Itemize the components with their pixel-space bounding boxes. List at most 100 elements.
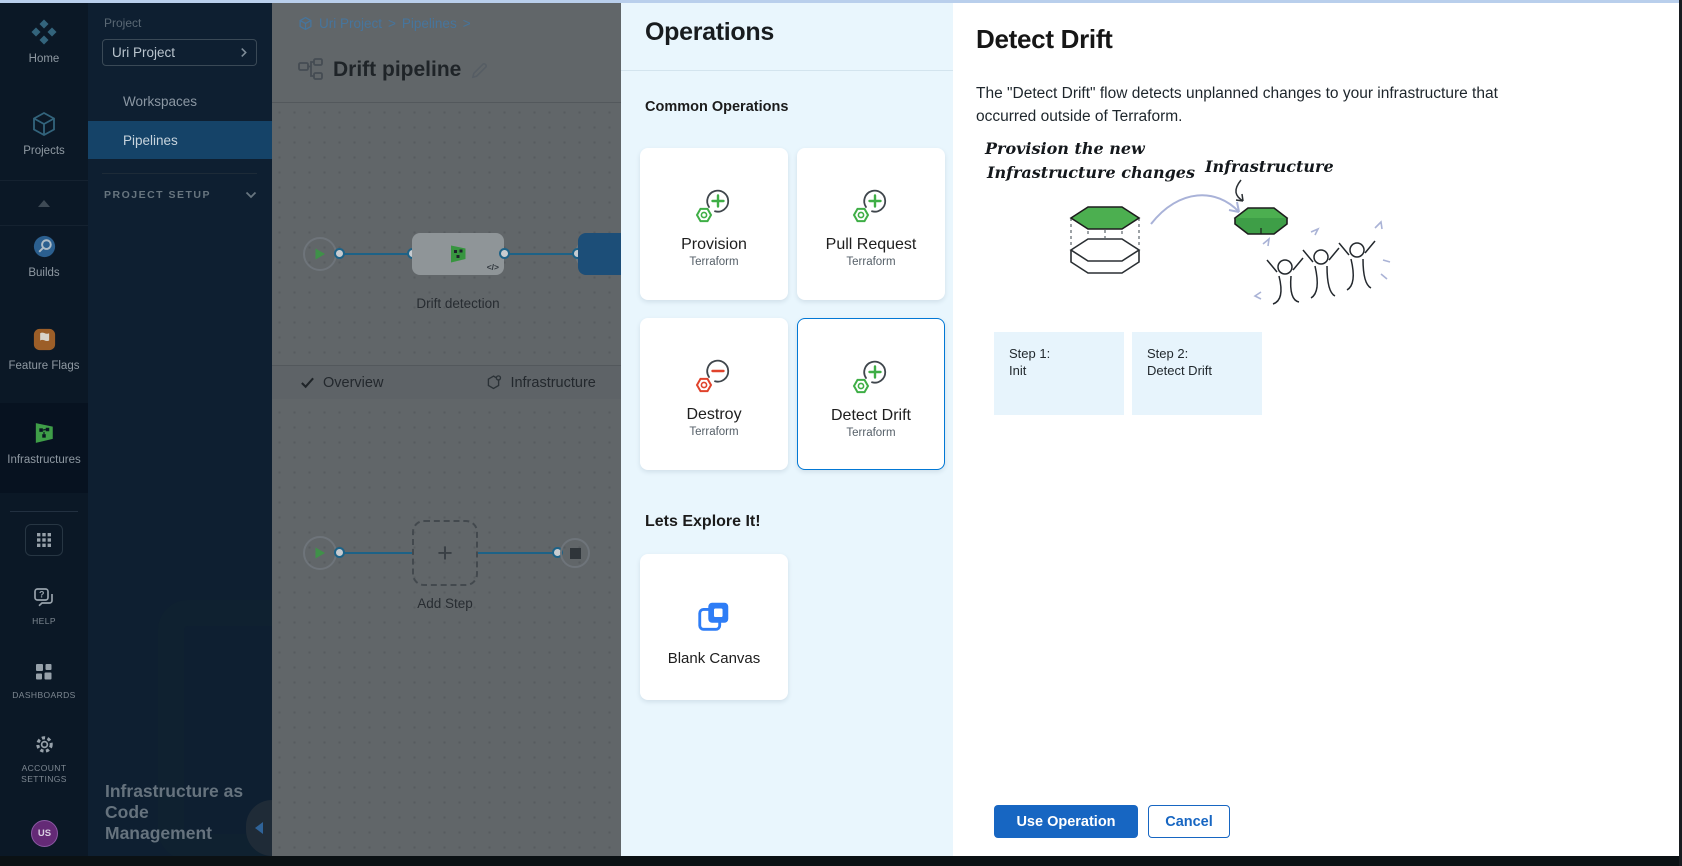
code-badge: </> — [487, 262, 499, 272]
cancel-button[interactable]: Cancel — [1148, 805, 1230, 838]
pipeline-start-node-2[interactable] — [303, 536, 337, 570]
window-top-edge — [0, 0, 1682, 3]
infrastructures-icon — [30, 419, 58, 447]
chevron-down-icon — [245, 191, 257, 199]
pull-request-terraform-icon — [849, 186, 893, 228]
detect-drift-illustration: Provision the new Infrastructure changes… — [973, 132, 1393, 322]
tab-overview[interactable]: Overview — [300, 375, 383, 391]
detail-title: Detect Drift — [976, 24, 1113, 55]
nav-label: DASHBOARDS — [12, 690, 76, 701]
projects-cube-icon — [30, 110, 58, 138]
project-setup-toggle[interactable]: PROJECT SETUP — [104, 189, 257, 201]
pipeline-icon — [298, 58, 324, 82]
nav-label: Builds — [28, 267, 59, 279]
stop-square-icon — [570, 548, 581, 559]
operation-subtitle: Terraform — [689, 426, 738, 438]
svg-text:Infrastructure: Infrastructure — [1204, 157, 1334, 176]
project-selector[interactable]: Uri Project — [102, 39, 257, 66]
check-icon — [300, 375, 315, 390]
nav-item-builds[interactable]: Builds — [0, 233, 88, 279]
operation-subtitle: Terraform — [689, 256, 738, 268]
stage-node-drift-detection[interactable]: </> — [412, 233, 504, 275]
nav-item-help[interactable]: ? HELP — [0, 585, 88, 627]
port-dot — [334, 248, 345, 259]
operation-detail-panel: Detect Drift The "Detect Drift" flow det… — [953, 0, 1679, 856]
project-sidebar: Project Uri Project Workspaces Pipelines… — [88, 0, 272, 856]
svg-text:?: ? — [39, 589, 45, 599]
nav-label: Feature Flags — [9, 360, 80, 372]
pipeline-canvas: Uri Project > Pipelines > Drift pipeline — [272, 0, 621, 856]
sidebar-item-workspaces[interactable]: Workspaces — [88, 84, 272, 118]
detail-description: The "Detect Drift" flow detects unplanne… — [976, 82, 1556, 128]
step-title: Step 2: — [1147, 345, 1262, 362]
sidebar-item-pipelines[interactable]: Pipelines — [88, 121, 272, 159]
nav-label: Home — [29, 53, 60, 65]
play-icon — [314, 247, 326, 261]
pipeline-title: Drift pipeline — [333, 58, 461, 82]
operation-name: Provision — [681, 236, 747, 254]
pipeline-end-node — [560, 538, 590, 568]
canvas-header: Uri Project > Pipelines > Drift pipeline — [272, 0, 621, 103]
operations-drawer: Operations Common Operations Provision T… — [621, 0, 953, 856]
project-section-label: Project — [104, 16, 141, 30]
gear-icon — [33, 733, 56, 756]
nav-collapse-section[interactable] — [0, 180, 88, 226]
operation-card-destroy[interactable]: Destroy Terraform — [640, 318, 788, 470]
operation-name: Pull Request — [826, 236, 917, 254]
chevron-left-icon — [255, 822, 263, 834]
nav-item-home[interactable]: Home — [0, 18, 88, 65]
drawer-divider — [621, 70, 953, 71]
nav-item-feature-flags[interactable]: Feature Flags — [0, 326, 88, 372]
common-operations-heading: Common Operations — [645, 99, 788, 115]
triangle-up-icon — [38, 200, 50, 207]
breadcrumb-separator: > — [463, 16, 471, 31]
builds-icon — [31, 233, 58, 260]
operation-subtitle: Terraform — [846, 427, 895, 439]
nav-label: HELP — [32, 616, 56, 627]
pipeline-start-node[interactable] — [303, 237, 337, 271]
nav-divider — [10, 511, 78, 512]
project-selector-value: Uri Project — [112, 45, 175, 60]
operation-name: Detect Drift — [831, 407, 911, 425]
operation-card-pull-request[interactable]: Pull Request Terraform — [797, 148, 945, 300]
breadcrumb-separator: > — [388, 16, 396, 31]
edit-pencil-icon[interactable] — [470, 61, 489, 80]
chevron-right-icon — [240, 47, 247, 58]
pipeline-edge — [339, 552, 412, 555]
project-setup-label: PROJECT SETUP — [104, 189, 211, 201]
use-operation-button[interactable]: Use Operation — [994, 805, 1138, 838]
left-nav: Home Projects Builds Feature Flags — [0, 0, 88, 856]
add-step-label: Add Step — [370, 596, 520, 611]
blank-canvas-card[interactable]: Blank Canvas — [640, 554, 788, 700]
tab-infrastructure[interactable]: Infrastructure — [485, 374, 595, 391]
destroy-terraform-icon — [692, 356, 736, 398]
module-picker-button[interactable] — [25, 524, 63, 556]
project-cube-icon — [298, 16, 313, 31]
operation-card-provision[interactable]: Provision Terraform — [640, 148, 788, 300]
tab-label: Infrastructure — [510, 375, 595, 391]
nav-item-dashboards[interactable]: DASHBOARDS — [0, 661, 88, 701]
cancel-label: Cancel — [1165, 814, 1213, 830]
step-name: Init — [1009, 362, 1124, 379]
selected-stage-node[interactable] — [578, 233, 621, 275]
home-icon — [30, 18, 58, 46]
provision-terraform-icon — [692, 186, 736, 228]
breadcrumb-pipelines-link[interactable]: Pipelines — [402, 16, 457, 31]
stage-tabbar: Overview Infrastructure — [272, 365, 621, 399]
infrastructure-stage-icon — [446, 242, 470, 266]
grid-icon — [35, 531, 53, 549]
add-step-button[interactable]: + — [412, 520, 478, 586]
user-avatar[interactable]: US — [31, 820, 58, 847]
nav-item-projects[interactable]: Projects — [0, 110, 88, 157]
operation-card-detect-drift[interactable]: Detect Drift Terraform — [797, 318, 945, 470]
nav-item-infrastructures[interactable]: Infrastructures — [0, 419, 88, 466]
breadcrumb: Uri Project > Pipelines > — [298, 16, 471, 31]
operation-subtitle: Terraform — [846, 256, 895, 268]
pipeline-edge — [478, 552, 557, 555]
operation-name: Destroy — [686, 406, 741, 424]
step-card-2: Step 2: Detect Drift — [1132, 332, 1262, 415]
blank-canvas-icon — [695, 598, 733, 636]
nav-item-account-settings[interactable]: ACCOUNT SETTINGS — [0, 733, 88, 785]
explore-heading: Lets Explore It! — [645, 513, 761, 531]
breadcrumb-project-link[interactable]: Uri Project — [319, 16, 382, 31]
